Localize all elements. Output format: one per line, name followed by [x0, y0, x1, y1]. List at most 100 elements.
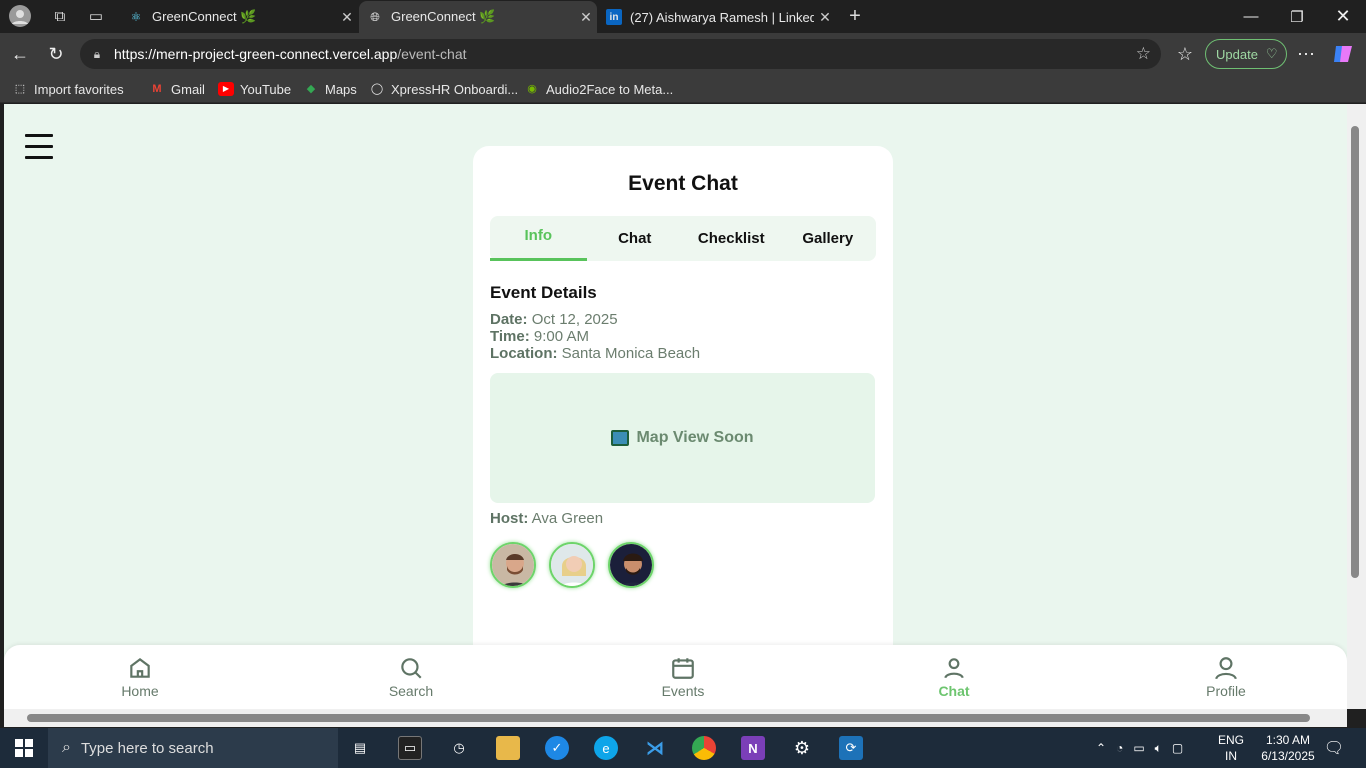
file-explorer-icon[interactable]: [496, 736, 520, 760]
bookmark-label: XpressHR Onboardi...: [391, 81, 519, 97]
search-icon: ⌕: [62, 739, 71, 756]
edge-icon[interactable]: e: [594, 736, 618, 760]
browser-tab-bar: ⧉ ▭ ⚛ GreenConnect 🌿 ✕ 🌐︎ GreenConnect 🌿…: [0, 0, 1366, 33]
battery-icon[interactable]: ▭: [1133, 741, 1144, 755]
event-tabs: Info Chat Checklist Gallery: [490, 216, 876, 261]
nav-label: Chat: [938, 683, 970, 699]
bookmark-maps[interactable]: ◆ Maps: [303, 80, 357, 98]
more-menu-icon[interactable]: ⋯: [1294, 42, 1318, 66]
back-icon[interactable]: ←: [8, 42, 32, 66]
app-sync-icon[interactable]: ⟳: [839, 736, 863, 760]
settings-gear-icon[interactable]: ⚙: [790, 736, 814, 760]
url-field[interactable]: 🔒︎ https://mern-project-green-connect.ve…: [80, 39, 1161, 69]
bookmark-import-favorites[interactable]: ⬚ Import favorites: [12, 80, 124, 98]
hamburger-menu-icon[interactable]: [25, 134, 53, 162]
import-icon: ⬚: [14, 83, 26, 95]
gmail-icon: M: [152, 83, 162, 95]
map-placeholder: Map View Soon: [490, 373, 875, 503]
avatar[interactable]: [549, 542, 595, 588]
meet-icon[interactable]: ▢: [1172, 741, 1183, 755]
bottom-nav: Home Search Events Chat Profile: [4, 645, 1347, 709]
onenote-icon[interactable]: N: [741, 736, 765, 760]
avatar[interactable]: [490, 542, 536, 588]
page-viewport: Event Chat Info Chat Checklist Gallery E…: [4, 104, 1347, 709]
close-window-icon[interactable]: ✕: [1320, 0, 1366, 33]
vscode-icon[interactable]: ⋊: [643, 736, 667, 760]
terminal-icon[interactable]: ▭: [398, 736, 422, 760]
bookmark-xpresshr[interactable]: ◯ XpressHR Onboardi...: [369, 80, 518, 98]
calendar-icon: [672, 658, 694, 679]
date-row: Date: Oct 12, 2025: [490, 311, 618, 328]
profile-icon[interactable]: [8, 4, 32, 28]
minimize-icon[interactable]: —: [1228, 0, 1274, 33]
maps-icon: ◆: [306, 83, 316, 95]
home-icon: [130, 657, 150, 678]
date-value: Oct 12, 2025: [531, 311, 618, 328]
nav-chat[interactable]: Chat: [914, 655, 994, 699]
lang-top: ENG: [1218, 733, 1245, 747]
profile-icon: [1215, 657, 1237, 680]
app-icon[interactable]: ✓: [545, 736, 569, 760]
windows-start-icon[interactable]: [12, 736, 36, 760]
wifi-icon[interactable]: ◔: [1116, 741, 1123, 755]
avatar[interactable]: [608, 542, 654, 588]
tab-greenconnect-1[interactable]: ⚛ GreenConnect 🌿 ✕: [120, 1, 358, 33]
favorites-icon[interactable]: ☆: [1173, 42, 1197, 66]
notifications-icon[interactable]: 🗨︎: [1322, 736, 1346, 760]
nav-label: Search: [388, 683, 434, 699]
scroll-thumb[interactable]: [1351, 126, 1359, 578]
event-details-heading: Event Details: [490, 283, 597, 302]
tab-greenconnect-2[interactable]: 🌐︎ GreenConnect 🌿 ✕: [359, 1, 597, 33]
scroll-thumb[interactable]: [27, 714, 1310, 722]
taskbar-search[interactable]: ⌕ Type here to search: [48, 728, 338, 768]
bookmark-label: Maps: [325, 81, 357, 97]
bookmark-audio2face[interactable]: ◉ Audio2Face to Meta...: [524, 80, 673, 98]
close-tab-icon[interactable]: ✕: [575, 9, 597, 26]
map-icon: [611, 430, 630, 446]
tab-checklist[interactable]: Checklist: [683, 216, 780, 261]
clock[interactable]: 1:30 AM 6/13/2025: [1256, 728, 1320, 768]
clock-date: 6/13/2025: [1261, 749, 1315, 763]
vertical-scrollbar[interactable]: [1347, 104, 1366, 709]
host-row: Host: Ava Green: [490, 510, 603, 527]
nav-profile[interactable]: Profile: [1186, 655, 1266, 699]
new-tab-icon[interactable]: +: [843, 4, 867, 28]
chevron-up-icon[interactable]: ⌃: [1096, 741, 1106, 755]
bookmark-gmail[interactable]: M Gmail: [149, 80, 205, 98]
tab-gallery[interactable]: Gallery: [780, 216, 877, 261]
close-tab-icon[interactable]: ✕: [814, 9, 836, 26]
date-label: Date:: [490, 311, 528, 328]
chrome-icon[interactable]: [692, 736, 716, 760]
lang-bottom: IN: [1225, 749, 1237, 763]
bookmark-label: YouTube: [240, 81, 292, 97]
copilot-icon[interactable]: [1331, 42, 1355, 66]
youtube-icon: ▶: [218, 82, 234, 96]
favorite-star-icon[interactable]: ☆: [1136, 44, 1151, 64]
bookmark-youtube[interactable]: ▶ YouTube: [218, 80, 291, 98]
clock-app-icon[interactable]: ◷: [447, 736, 471, 760]
bookmarks-bar: ⬚ Import favorites M Gmail ▶ YouTube ◆ Maps …: [0, 75, 1366, 103]
tab-info[interactable]: Info: [490, 216, 587, 261]
nav-home[interactable]: Home: [100, 655, 180, 699]
bookmark-label: Gmail: [171, 81, 205, 97]
refresh-icon[interactable]: ↻: [44, 42, 68, 66]
tab-chat[interactable]: Chat: [587, 216, 684, 261]
language-indicator[interactable]: ENG IN: [1218, 728, 1244, 768]
workspaces-icon[interactable]: ⧉: [48, 4, 72, 28]
url-path: /event-chat: [397, 46, 467, 62]
close-tab-icon[interactable]: ✕: [336, 9, 358, 26]
task-view-icon[interactable]: ▤: [348, 736, 372, 760]
nav-label: Events: [661, 683, 705, 699]
time-label: Time:: [490, 328, 530, 345]
volume-icon[interactable]: 🔈︎: [1155, 741, 1162, 756]
restore-icon[interactable]: ❐: [1274, 0, 1320, 33]
tab-actions-icon[interactable]: ▭: [84, 4, 108, 28]
update-button[interactable]: Update ♡: [1205, 39, 1287, 69]
nav-events[interactable]: Events: [643, 655, 723, 699]
system-tray: ⌃ ◔ ▭ 🔈︎ ▢: [1096, 728, 1183, 768]
page-title: Event Chat: [628, 172, 738, 195]
tab-linkedin[interactable]: in (27) Aishwarya Ramesh | LinkedIn ✕: [598, 1, 836, 33]
user-icon: [944, 658, 964, 679]
nav-search[interactable]: Search: [371, 655, 451, 699]
horizontal-scrollbar[interactable]: [4, 709, 1347, 727]
